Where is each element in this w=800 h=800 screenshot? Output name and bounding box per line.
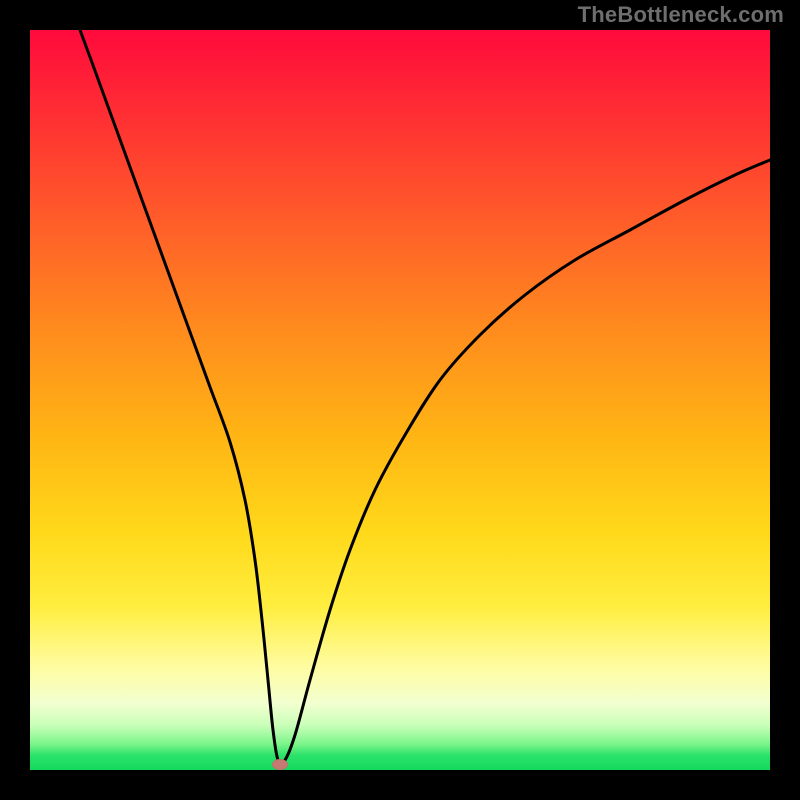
chart-frame: TheBottleneck.com [0, 0, 800, 800]
min-point-marker [272, 759, 288, 770]
bottleneck-curve [80, 30, 770, 763]
curve-layer [30, 30, 770, 770]
plot-area [30, 30, 770, 770]
watermark-text: TheBottleneck.com [578, 2, 784, 28]
